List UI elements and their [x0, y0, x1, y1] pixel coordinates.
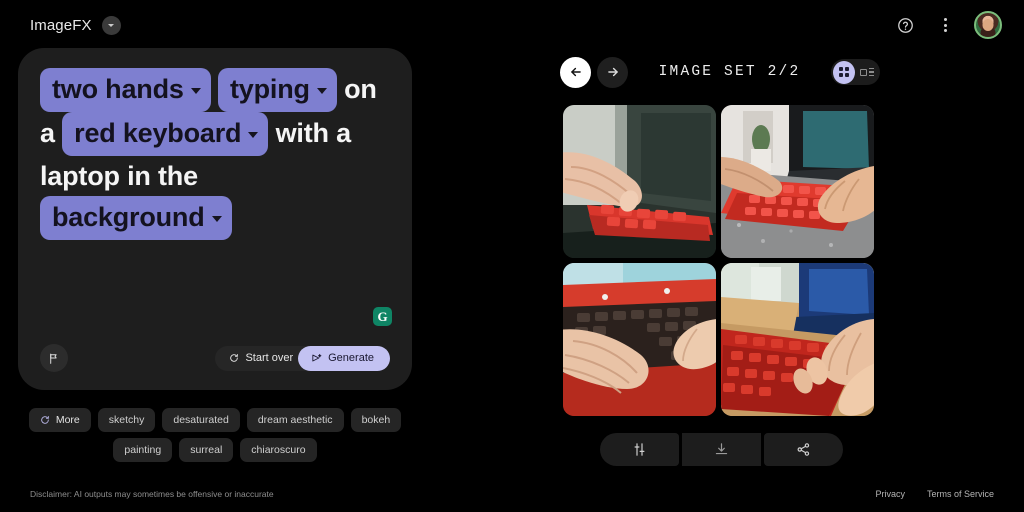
chip-desaturated[interactable]: desaturated — [162, 408, 240, 432]
brand-badge[interactable] — [101, 15, 121, 35]
chip-surreal[interactable]: surreal — [179, 438, 234, 462]
chevron-down-icon — [190, 88, 201, 94]
generated-image-1[interactable] — [563, 105, 716, 258]
chevron-down-icon — [316, 88, 327, 94]
top-bar: ImageFX — [0, 0, 1024, 50]
chip-bokeh[interactable]: bokeh — [350, 408, 402, 432]
brand[interactable]: ImageFX — [30, 15, 121, 35]
prompt-chip-object[interactable]: red keyboard — [62, 112, 269, 156]
grid-view-icon — [839, 67, 849, 77]
prev-set-button[interactable] — [560, 56, 591, 88]
next-set-button[interactable] — [597, 56, 628, 88]
generated-image-4[interactable] — [721, 263, 874, 416]
prompt-buttons: Start over Generate — [215, 345, 390, 371]
send-sparkle-icon — [312, 353, 322, 361]
chip-sketchy[interactable]: sketchy — [97, 408, 156, 432]
chip-more[interactable]: More — [28, 408, 91, 432]
prompt-word-a: a — [40, 118, 55, 148]
terms-link[interactable]: Terms of Service — [927, 489, 994, 499]
chip-more-label: More — [55, 414, 80, 426]
image-grid — [563, 105, 874, 416]
prompt-card[interactable]: two hands typing on a red keyboard with … — [18, 48, 412, 390]
generate-label: Generate — [328, 352, 374, 364]
refresh-icon — [41, 416, 49, 424]
list-view-button[interactable] — [856, 61, 878, 84]
disclaimer-text: Disclaimer: AI outputs may sometimes be … — [30, 489, 274, 499]
footer: Disclaimer: AI outputs may sometimes be … — [0, 484, 1024, 504]
chip-dream-aesthetic[interactable]: dream aesthetic — [246, 408, 344, 432]
prompt-chip-background[interactable]: background — [40, 196, 232, 240]
image-actions — [600, 433, 843, 466]
generate-button[interactable]: Generate — [298, 345, 390, 371]
prompt-chip-action[interactable]: typing — [218, 68, 337, 112]
list-view-icon — [860, 67, 874, 77]
view-toggle[interactable] — [831, 59, 880, 85]
chevron-down-icon — [211, 216, 222, 222]
generated-image-2[interactable] — [721, 105, 874, 258]
app-title: ImageFX — [30, 16, 92, 34]
arrow-left-icon — [570, 67, 581, 77]
avatar[interactable] — [974, 11, 1002, 39]
chip-chiaroscuro[interactable]: chiaroscuro — [240, 438, 317, 462]
tune-button[interactable] — [600, 433, 679, 466]
privacy-link[interactable]: Privacy — [875, 489, 905, 499]
style-chip-list: More sketchy desaturated dream aesthetic… — [18, 408, 412, 462]
prompt-text[interactable]: two hands typing on a red keyboard with … — [40, 68, 390, 240]
start-over-button[interactable]: Start over — [215, 345, 307, 371]
start-over-label: Start over — [245, 352, 294, 364]
prompt-words-laptop: laptop in the — [40, 161, 198, 191]
generated-image-3[interactable] — [563, 263, 716, 416]
grammarly-icon[interactable]: G — [373, 307, 392, 326]
help-circle-icon[interactable] — [894, 14, 916, 36]
sliders-icon — [634, 443, 645, 456]
imagefx-app: ImageFX two hands typing on a red keyboa… — [0, 0, 1024, 512]
image-set-title: IMAGE SET 2/2 — [658, 64, 801, 80]
grid-view-button[interactable] — [833, 60, 855, 84]
flag-icon — [49, 353, 57, 364]
footer-links: Privacy Terms of Service — [875, 489, 994, 499]
chevron-down-icon — [248, 132, 259, 138]
download-button[interactable] — [682, 433, 761, 466]
more-vertical-icon[interactable] — [934, 14, 956, 36]
top-bar-actions — [894, 11, 1002, 39]
prompt-card-actions: Start over Generate — [18, 344, 412, 372]
prompt-chip-subject[interactable]: two hands — [40, 68, 211, 112]
flag-button[interactable] — [40, 344, 68, 372]
arrow-right-icon — [607, 67, 618, 77]
download-icon — [715, 443, 728, 455]
share-button[interactable] — [764, 433, 843, 466]
chevron-down-icon — [108, 23, 115, 27]
prompt-word-on: on — [344, 74, 377, 104]
chip-painting[interactable]: painting — [113, 438, 173, 462]
prompt-words-with-a: with a — [275, 118, 352, 148]
rotate-ccw-icon — [230, 354, 239, 362]
share-icon — [797, 443, 810, 456]
image-set-header: IMAGE SET 2/2 — [560, 56, 880, 88]
